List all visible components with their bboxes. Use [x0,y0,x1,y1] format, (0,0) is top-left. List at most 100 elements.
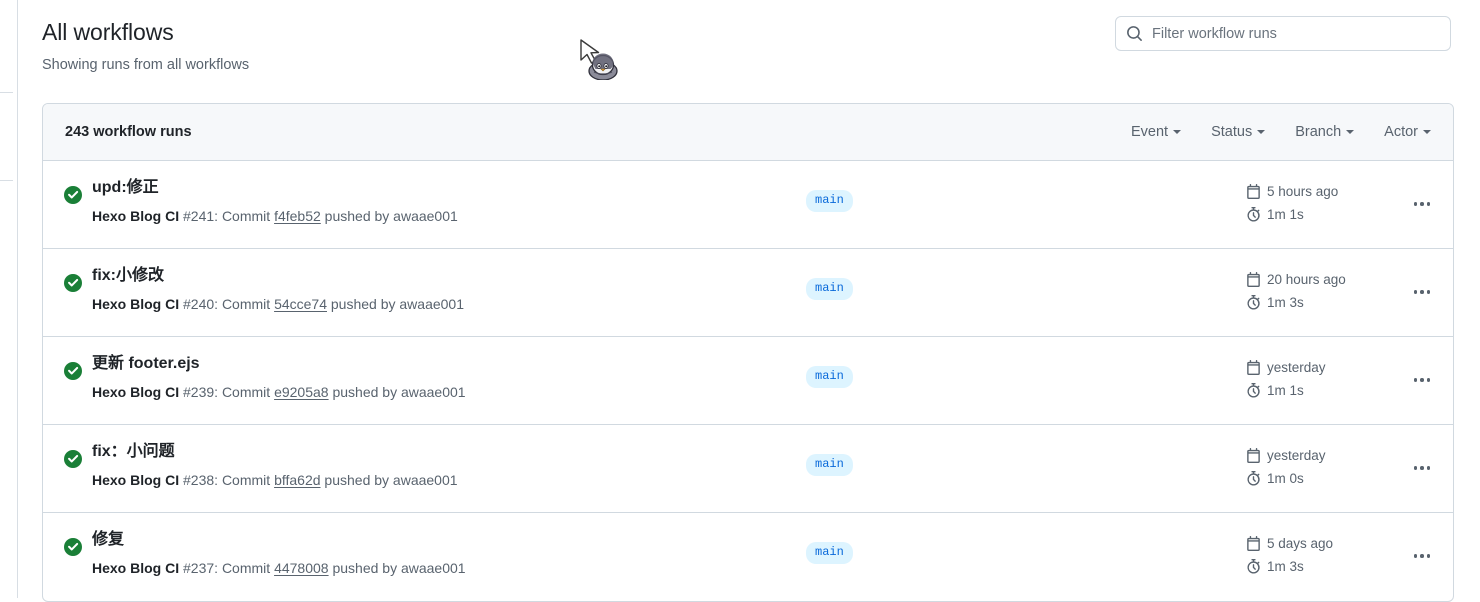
branch-badge[interactable]: main [806,366,853,388]
filter-event-button[interactable]: Event [1131,122,1182,142]
kebab-dot [1420,378,1424,382]
run-meta: Hexo Blog CI #238: Commit bffa62d pushed… [92,471,458,490]
row-menu-button[interactable] [1409,369,1435,391]
kebab-dot [1413,378,1418,382]
run-pushed-by-text: pushed by awaae001 [328,559,466,576]
run-commit-sha-link[interactable]: 54cce74 [274,296,327,312]
run-meta: Hexo Blog CI #239: Commit e9205a8 pushed… [92,383,466,402]
workflow-run-row[interactable]: 更新 footer.ejs Hexo Blog CI #239: Commit e… [43,337,1453,425]
run-main: 更新 footer.ejs Hexo Blog CI #239: Commit e… [92,354,466,402]
row-menu-button[interactable] [1409,281,1435,303]
run-number-text: #240: Commit [179,295,275,312]
run-title-link[interactable]: fix:小修改 [92,266,464,287]
run-duration: 1m 1s [1246,203,1338,226]
filter-status-label: Status [1211,124,1253,140]
run-pushed-by-text: pushed by awaae001 [328,383,466,400]
run-duration-label: 1m 0s [1267,471,1304,486]
chevron-down-icon [1257,130,1266,134]
chevron-down-icon [1423,130,1431,134]
kebab-dot [1420,466,1424,470]
kebab-dot [1426,378,1431,382]
kebab-dot [1413,202,1418,206]
run-commit-sha-link[interactable]: bffa62d [274,472,320,488]
run-workflow-name: Hexo Blog CI [92,383,180,400]
status-success-icon [64,274,82,292]
calendar-icon [1247,184,1260,199]
row-menu-button[interactable] [1409,457,1435,479]
status-success-icon [64,450,82,468]
run-title-link[interactable]: 更新 footer.ejs [92,354,466,375]
run-commit-sha-link[interactable]: 4478008 [274,560,329,576]
filter-status-button[interactable]: Status [1211,122,1266,142]
run-main: upd:修正 Hexo Blog CI #241: Commit f4feb52 … [92,178,458,226]
run-times: 5 days ago 1m 3s [1246,532,1333,578]
runs-count-label: 243 workflow runs [65,124,192,140]
run-pushed-by-text: pushed by awaae001 [327,295,464,312]
workflow-runs-page: All workflows Showing runs from all work… [0,0,1480,602]
run-commit-sha-link[interactable]: f4feb52 [274,208,321,224]
kebab-dot [1420,202,1424,206]
workflow-run-row[interactable]: fix:小修改 Hexo Blog CI #240: Commit 54cce74… [43,249,1453,337]
run-pushed-by-text: pushed by awaae001 [320,471,458,488]
workflow-run-row[interactable]: upd:修正 Hexo Blog CI #241: Commit f4feb52 … [43,161,1453,249]
stopwatch-icon [1247,295,1260,310]
run-age: 5 days ago [1246,532,1333,555]
run-title-link[interactable]: fix：小问题 [92,442,458,463]
workflow-run-row[interactable]: 修复 Hexo Blog CI #237: Commit 4478008 push… [43,513,1453,601]
run-workflow-name: Hexo Blog CI [92,295,180,312]
run-workflow-name: Hexo Blog CI [92,471,180,488]
filter-workflow-runs-search[interactable] [1115,16,1451,51]
row-menu-button[interactable] [1409,545,1435,567]
kebab-dot [1426,554,1431,558]
run-title-link[interactable]: upd:修正 [92,178,458,199]
run-number-text: #238: Commit [179,471,275,488]
branch-badge[interactable]: main [806,454,853,476]
run-times: 20 hours ago 1m 3s [1246,268,1346,314]
run-age-label: yesterday [1267,448,1326,463]
run-duration: 1m 3s [1246,291,1346,314]
run-duration-label: 1m 3s [1267,559,1304,574]
run-number-text: #241: Commit [179,207,275,224]
run-duration-label: 1m 1s [1267,383,1304,398]
filter-controls: Event Status Branch Actor [1131,122,1431,142]
stopwatch-icon [1247,207,1260,222]
run-age-label: 5 days ago [1267,536,1334,551]
branch-badge[interactable]: main [806,278,853,300]
run-number-text: #237: Commit [179,559,275,576]
kebab-dot [1420,554,1424,558]
workflow-runs-list: upd:修正 Hexo Blog CI #241: Commit f4feb52 … [43,161,1453,601]
branch-badge[interactable]: main [806,542,853,564]
run-commit-sha-link[interactable]: e9205a8 [274,384,329,400]
run-meta: Hexo Blog CI #237: Commit 4478008 pushed… [92,559,466,578]
filter-actor-button[interactable]: Actor [1384,122,1431,142]
run-age-label: 5 hours ago [1267,184,1339,199]
workflow-run-row[interactable]: fix：小问题 Hexo Blog CI #238: Commit bffa62d… [43,425,1453,513]
calendar-icon [1247,448,1260,463]
run-duration: 1m 1s [1246,379,1326,402]
kebab-dot [1413,466,1418,470]
chevron-down-icon [1173,130,1182,134]
stopwatch-icon [1247,471,1260,486]
search-icon [1127,26,1142,41]
branch-badge[interactable]: main [806,190,853,212]
run-workflow-name: Hexo Blog CI [92,559,180,576]
calendar-icon [1247,272,1260,287]
row-menu-button[interactable] [1409,193,1435,215]
kebab-dot [1420,290,1424,294]
run-times: yesterday 1m 0s [1246,444,1326,490]
runs-card-header: 243 workflow runs Event Status Branch Ac… [43,104,1453,161]
kebab-dot [1426,466,1431,470]
run-age: yesterday [1246,444,1326,467]
kebab-dot [1413,554,1418,558]
search-input[interactable] [1152,25,1440,42]
workflow-runs-card: 243 workflow runs Event Status Branch Ac… [42,103,1454,602]
status-success-icon [64,362,82,380]
run-duration-label: 1m 3s [1267,295,1304,310]
run-main: 修复 Hexo Blog CI #237: Commit 4478008 push… [92,530,466,578]
filter-branch-label: Branch [1295,124,1342,140]
status-success-icon [64,186,82,204]
filter-branch-button[interactable]: Branch [1295,122,1355,142]
run-title-link[interactable]: 修复 [92,530,466,551]
run-times: 5 hours ago 1m 1s [1246,180,1338,226]
run-times: yesterday 1m 1s [1246,356,1326,402]
